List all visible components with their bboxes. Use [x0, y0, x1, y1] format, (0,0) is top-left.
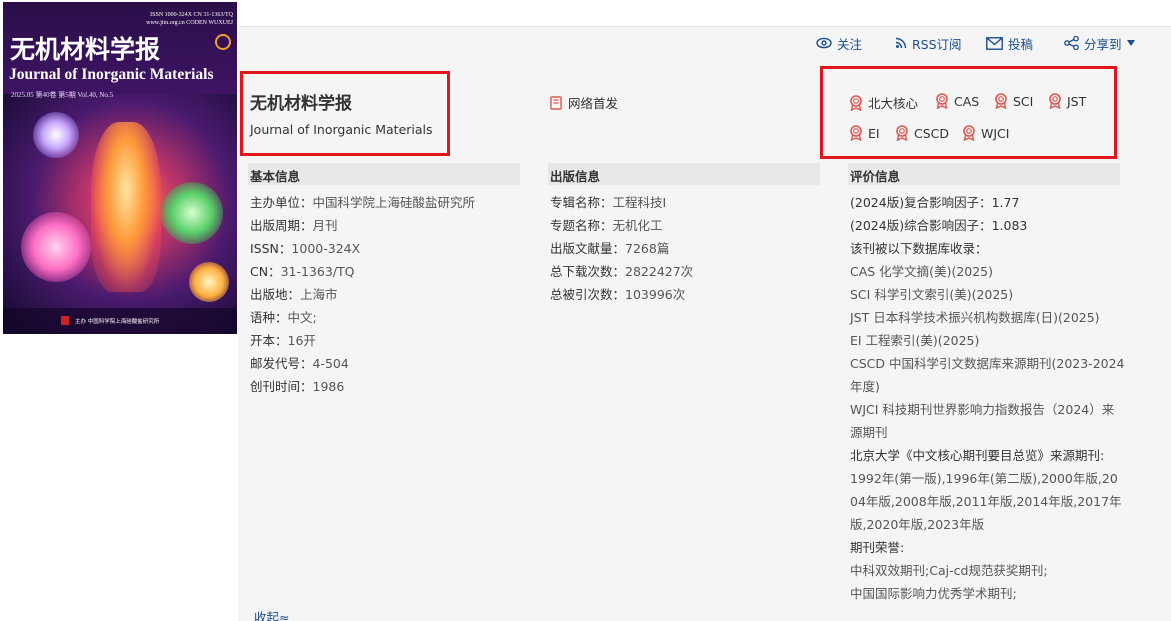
cover-bubble: [161, 182, 223, 244]
basic-info-header: 基本信息: [248, 163, 520, 185]
database-item: EI 工程索引(美)(2025): [850, 333, 980, 348]
cover-bubble: [33, 112, 79, 158]
publish-info-row: 总被引次数：103996次: [550, 287, 686, 302]
honor-item: 中科双效期刊;Caj-cd规范获奖期刊;: [850, 563, 1048, 578]
submit-label: 投稿: [1008, 36, 1034, 52]
database-intro: 该刊被以下数据库收录：: [850, 241, 988, 256]
basic-info-row: CN：31-1363/TQ: [250, 264, 355, 279]
share-dropdown[interactable]: 分享到: [1064, 34, 1135, 52]
composite-impact-factor: (2024版)复合影响因子：1.77: [850, 195, 1020, 210]
caret-down-icon: [1126, 40, 1135, 46]
basic-info-row: 主办单位：中国科学院上海硅酸盐研究所: [250, 195, 476, 210]
mail-icon: [986, 36, 1003, 50]
award-ribbon-icon: [963, 125, 975, 141]
badge-label: WJCI: [981, 125, 1010, 141]
badge-label: CAS: [954, 93, 980, 109]
net-first-label: 网络首发: [568, 96, 619, 111]
cover-logo-icon: [215, 34, 231, 50]
pku-core-years: 1992年(第一版),1996年(第二版),2000年版,2004年版,2008…: [850, 471, 1122, 532]
badge-wjci[interactable]: WJCI: [962, 125, 1009, 141]
rss-subscribe-button[interactable]: RSS订阅: [895, 34, 962, 52]
database-item: CAS 化学文摘(美)(2025): [850, 264, 994, 279]
database-item: SCI 科学引文索引(美)(2025): [850, 287, 1014, 302]
badge-label: EI: [868, 125, 880, 141]
journal-cover-image[interactable]: ISSN 1000-324X CN 31-1363/TQ www.jim.org…: [3, 2, 237, 334]
follow-label: 关注: [837, 36, 863, 52]
publish-info-list: 专辑名称：工程科技I 专题名称：无机化工 出版文献量：7268篇 总下载次数：2…: [550, 191, 693, 306]
badge-ei[interactable]: EI: [849, 125, 880, 141]
overall-impact-factor: (2024版)综合影响因子：1.083: [850, 218, 1028, 233]
award-ribbon-icon: [850, 94, 862, 111]
basic-info-row: 出版地：上海市: [250, 287, 338, 302]
evaluation-info-header: 评价信息: [848, 163, 1120, 185]
database-item: WJCI 科技期刊世界影响力指数报告（2024）来源期刊: [850, 402, 1115, 440]
cover-footer: 主办 中国科学院上海硅酸盐研究所: [3, 308, 237, 334]
cover-issue-line: 2025.05 第40卷 第5期 Vol.40, No.5: [11, 91, 114, 99]
badge-cscd[interactable]: CSCD: [895, 125, 949, 141]
journal-title-cn: 无机材料学报: [250, 94, 352, 114]
pku-core-intro: 北京大学《中文核心期刊要目总览》来源期刊:: [850, 448, 1105, 463]
cover-bubble: [189, 262, 229, 302]
badge-pku-core[interactable]: 北大核心: [849, 93, 918, 112]
basic-info-row: ISSN：1000-324X: [250, 241, 361, 256]
cover-footer-text: 主办 中国科学院上海硅酸盐研究所: [75, 319, 160, 325]
publish-info-row: 总下载次数：2822427次: [550, 264, 694, 279]
share-label: 分享到: [1084, 36, 1122, 52]
index-badges-highlight-box: [820, 66, 1117, 159]
basic-info-list: 主办单位：中国科学院上海硅酸盐研究所 出版周期：月刊 ISSN：1000-324…: [250, 191, 475, 398]
publish-info-row: 专题名称：无机化工: [550, 218, 663, 233]
badge-label: 北大核心: [868, 96, 919, 111]
honor-item: 中国国际影响力优秀学术期刊;: [850, 586, 1017, 601]
cover-bubble: [21, 212, 91, 282]
publish-info-header: 出版信息: [548, 163, 820, 185]
award-ribbon-icon: [896, 125, 908, 141]
basic-info-row: 开本：16开: [250, 333, 316, 348]
badge-label: CSCD: [914, 125, 950, 141]
basic-info-row: 出版周期：月刊: [250, 218, 338, 233]
basic-info-row: 语种：中文;: [250, 310, 317, 325]
badge-label: SCI: [1013, 93, 1034, 109]
basic-info-row: 创刊时间：1986: [250, 379, 345, 394]
badge-label: JST: [1067, 93, 1087, 109]
eye-icon: [816, 37, 832, 49]
award-ribbon-icon: [1049, 93, 1061, 109]
cover-issn: ISSN 1000-324X CN 31-1363/TQ www.jim.org…: [146, 12, 233, 26]
publish-info-row: 专辑名称：工程科技I: [550, 195, 667, 210]
honors-label: 期刊荣誉:: [850, 540, 905, 555]
cover-footer-logo-icon: [61, 316, 69, 325]
award-ribbon-icon: [995, 93, 1007, 109]
rss-icon: [895, 37, 907, 49]
evaluation-info-list: (2024版)复合影响因子：1.77 (2024版)综合影响因子：1.083 该…: [850, 191, 1125, 605]
award-ribbon-icon: [850, 125, 862, 141]
badge-jst[interactable]: JST: [1048, 93, 1086, 109]
cover-title-en: Journal of Inorganic Materials: [9, 66, 214, 83]
cover-title-cn: 无机材料学报: [10, 35, 161, 64]
net-first-badge[interactable]: 网络首发: [550, 93, 618, 112]
database-item: JST 日本科学技术振兴机构数据库(日)(2025): [850, 310, 1100, 325]
rss-label: RSS订阅: [912, 36, 962, 52]
badge-cas[interactable]: CAS: [935, 93, 979, 109]
share-icon: [1064, 36, 1079, 50]
publish-info-row: 出版文献量：7268篇: [550, 241, 670, 256]
cover-figure-glow: [91, 122, 161, 292]
submit-manuscript-button[interactable]: 投稿: [986, 34, 1033, 52]
database-item: CSCD 中国科学引文数据库来源期刊(2023-2024年度): [850, 356, 1125, 394]
award-ribbon-icon: [936, 93, 948, 109]
document-icon: [550, 95, 562, 110]
badge-sci[interactable]: SCI: [994, 93, 1033, 109]
collapse-link[interactable]: 收起≈: [254, 607, 289, 621]
follow-button[interactable]: 关注: [816, 34, 862, 52]
basic-info-row: 邮发代号：4-504: [250, 356, 349, 371]
journal-title-en: Journal of Inorganic Materials: [250, 122, 433, 137]
